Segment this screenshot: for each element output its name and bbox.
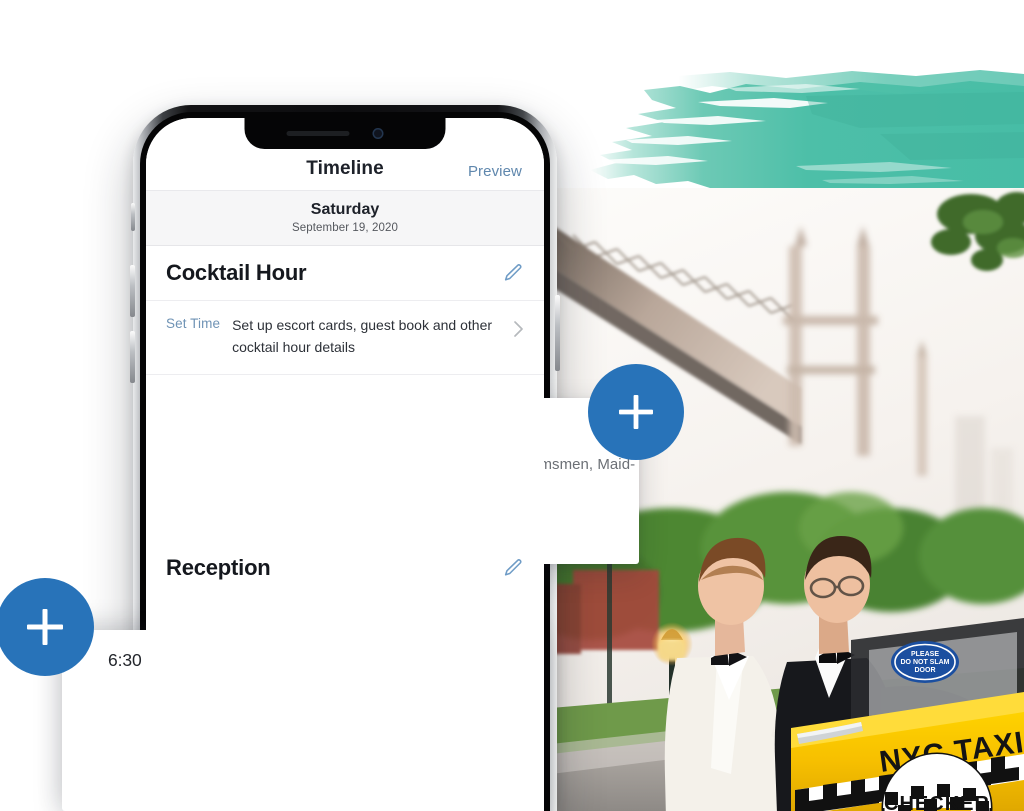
section-title: Reception bbox=[166, 555, 271, 581]
task-description: Set up escort cards, guest book and othe… bbox=[232, 317, 493, 355]
phone-silent-switch[interactable] bbox=[131, 203, 135, 231]
chevron-right-icon[interactable] bbox=[512, 318, 526, 340]
phone-notch bbox=[244, 118, 446, 149]
add-button-lower[interactable] bbox=[0, 578, 94, 676]
phone-volume-down-button[interactable] bbox=[130, 331, 135, 383]
svg-text:CHECKER: CHECKER bbox=[884, 793, 990, 811]
plus-icon bbox=[619, 395, 653, 429]
front-camera-icon bbox=[372, 128, 384, 139]
phone-power-button[interactable] bbox=[555, 295, 560, 371]
task-row-set-time[interactable]: Set Time Set up escort cards, guest book… bbox=[146, 301, 544, 376]
day-name: Saturday bbox=[310, 201, 380, 218]
pencil-icon[interactable] bbox=[502, 557, 524, 579]
section-header-cocktail-hour[interactable]: Cocktail Hour bbox=[146, 246, 544, 301]
svg-text:DOOR: DOOR bbox=[915, 667, 936, 674]
watercolor-brush-decoration bbox=[560, 62, 1024, 188]
add-button-upper[interactable] bbox=[588, 364, 684, 460]
composition-stage: PLEASE DO NOT SLAM DOOR NYC TAXI CHECKER… bbox=[0, 0, 1024, 811]
day-header: Saturday September 19, 2020 bbox=[146, 190, 544, 246]
phone-volume-up-button[interactable] bbox=[130, 265, 135, 317]
timeline-event-slot-upper bbox=[146, 375, 544, 542]
svg-text:PLEASE: PLEASE bbox=[911, 651, 939, 658]
phone-mockup: Timeline Preview Saturday September 19, … bbox=[130, 105, 560, 811]
phone-screen: Timeline Preview Saturday September 19, … bbox=[146, 118, 544, 811]
earpiece-speaker bbox=[286, 131, 350, 136]
set-time-link[interactable]: Set Time bbox=[166, 315, 220, 331]
svg-text:DO NOT SLAM: DO NOT SLAM bbox=[901, 659, 950, 666]
day-date: September 19, 2020 bbox=[291, 222, 398, 234]
pencil-icon[interactable] bbox=[502, 262, 524, 284]
section-title: Cocktail Hour bbox=[166, 260, 307, 285]
plus-icon bbox=[27, 609, 63, 645]
preview-button[interactable]: Preview bbox=[468, 163, 522, 180]
section-header-reception[interactable]: Reception bbox=[146, 541, 544, 596]
